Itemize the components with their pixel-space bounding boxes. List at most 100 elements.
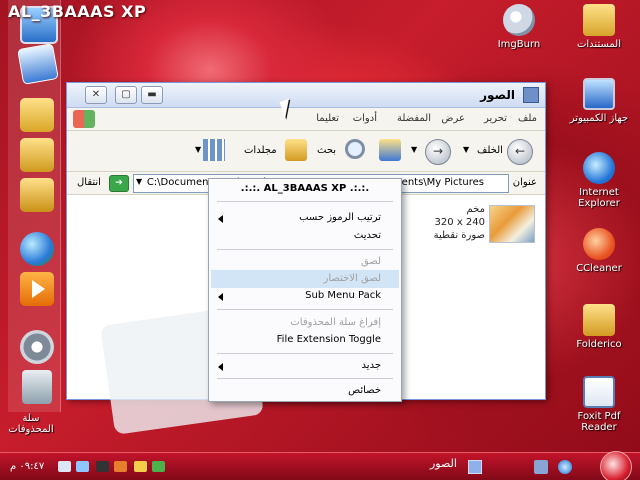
tray-security-icon[interactable]: [152, 461, 165, 472]
back-dropdown-icon[interactable]: ▼: [463, 145, 469, 154]
desktop-icon-ccleaner[interactable]: CCleaner: [564, 228, 634, 274]
quick-launch-sidebar: [8, 0, 61, 412]
menu-help[interactable]: تعليما: [316, 113, 339, 124]
menu-separator: [217, 201, 393, 202]
menu-view[interactable]: عرض: [441, 113, 465, 124]
show-desktop-icon[interactable]: [534, 460, 548, 474]
menu-item-label: خصائص: [348, 385, 381, 396]
folders-icon[interactable]: [285, 139, 307, 161]
folder-icon[interactable]: [20, 98, 54, 132]
menu-bar: ملف تحرير عرض المفضلة أدوات تعليما: [67, 108, 545, 131]
forward-dropdown-icon[interactable]: ▼: [411, 145, 417, 154]
folders-button[interactable]: مجلدات: [244, 145, 277, 156]
desktop-icon-label: المستندات: [576, 39, 621, 50]
start-button[interactable]: [600, 451, 632, 480]
go-arrow-icon[interactable]: ➔: [109, 175, 129, 192]
forward-button[interactable]: →: [425, 139, 451, 165]
menu-item-new[interactable]: جديد: [211, 357, 399, 375]
internet-explorer-icon[interactable]: [558, 460, 572, 474]
go-button[interactable]: انتقال: [77, 177, 101, 188]
ccleaner-icon: [583, 228, 615, 260]
desktop-icon-label: جهاز الكمبيوتر: [569, 113, 629, 124]
menu-item-refresh[interactable]: تحديث: [211, 227, 399, 245]
pictures-folder-icon: [468, 460, 482, 474]
menu-separator: [217, 353, 393, 354]
menu-file[interactable]: ملف: [518, 113, 537, 124]
menu-tools[interactable]: أدوات: [353, 113, 377, 124]
folder-icon: [583, 304, 615, 336]
search-icon[interactable]: [345, 139, 365, 159]
menu-item-paste-shortcut[interactable]: لصق الاختصار: [211, 270, 399, 288]
address-label: عنوان: [512, 177, 537, 188]
windows-logo-icon: [73, 110, 95, 128]
internet-explorer-icon[interactable]: [17, 43, 59, 85]
menu-separator: [217, 309, 393, 310]
menu-item-label: تحديث: [353, 230, 381, 241]
file-item[interactable]: مخم 320 x 240 صورة نقطية: [434, 203, 485, 242]
maximize-button[interactable]: ▢: [115, 86, 137, 104]
views-icon[interactable]: [203, 139, 225, 161]
desktop-icon-my-computer[interactable]: جهاز الكمبيوتر: [564, 78, 634, 124]
menu-item-empty-recycle-bin[interactable]: إفراغ سلة المحذوفات: [211, 314, 399, 332]
back-label: الخلف: [477, 145, 503, 156]
computer-icon: [583, 78, 615, 110]
menu-item-properties[interactable]: خصائص: [211, 382, 399, 400]
tray-display-icon[interactable]: [76, 461, 89, 472]
file-type: صورة نقطية: [433, 230, 485, 241]
toolbar: ← الخلف ▼ → ▼ بحث مجلدات ▼: [67, 131, 545, 172]
desktop-icon-internet-explorer[interactable]: Internet Explorer: [564, 152, 634, 209]
context-menu-title: .:.:. AL_3BAAAS XP .:.:.: [240, 183, 370, 194]
tray-app-icon[interactable]: [114, 461, 127, 472]
window-titlebar[interactable]: ✕ ▢ ▬ الصور: [67, 83, 545, 108]
menu-item-label: لصق الاختصار: [323, 273, 381, 284]
desktop-icon-imgburn[interactable]: ImgBurn: [484, 4, 554, 50]
menu-item-label: جديد: [361, 360, 381, 371]
menu-edit[interactable]: تحرير: [484, 113, 507, 124]
taskbar: ٠٩:٤٧ م الصور: [0, 451, 640, 480]
menu-item-sub-menu-pack[interactable]: Sub Menu Pack: [211, 287, 399, 305]
tray-tool-icon[interactable]: [96, 461, 109, 472]
minimize-button[interactable]: ▬: [141, 86, 163, 104]
recycle-bin-label: سلة المحذوفات: [8, 413, 54, 435]
globe-icon[interactable]: [20, 232, 54, 266]
clock[interactable]: ٠٩:٤٧ م: [10, 461, 44, 472]
desktop-icon-folderico[interactable]: Folderico: [564, 304, 634, 350]
back-button[interactable]: ←: [507, 139, 533, 165]
tray-volume-icon[interactable]: [134, 461, 147, 472]
settings-gear-icon[interactable]: [20, 330, 54, 364]
menu-item-arrange-icons[interactable]: ترتيب الرموز حسب: [211, 209, 399, 227]
close-button[interactable]: ✕: [85, 86, 107, 104]
address-dropdown-icon[interactable]: ▼: [136, 177, 142, 186]
menu-item-label: إفراغ سلة المحذوفات: [290, 317, 381, 328]
folder-icon[interactable]: [20, 178, 54, 212]
tray-network-icon[interactable]: [58, 461, 71, 472]
up-folder-icon[interactable]: [379, 139, 401, 161]
menu-item-label: File Extension Toggle: [276, 334, 381, 345]
menu-separator: [217, 249, 393, 250]
media-player-icon[interactable]: [20, 272, 54, 306]
menu-favorites[interactable]: المفضلة: [397, 113, 431, 124]
image-thumbnail[interactable]: [489, 205, 535, 243]
folder-icon[interactable]: [20, 138, 54, 172]
recycle-bin-icon[interactable]: [22, 370, 52, 404]
folder-icon: [583, 4, 615, 36]
menu-item-file-extension-toggle[interactable]: File Extension Toggle: [211, 331, 399, 349]
desktop-icon-label: Internet Explorer: [578, 187, 620, 209]
views-dropdown-icon[interactable]: ▼: [195, 145, 201, 154]
brand-logo-text: AL_3BAAAS XP: [8, 2, 147, 21]
menu-separator: [217, 378, 393, 379]
submenu-arrow-icon: [218, 215, 223, 223]
desktop-icon-label: CCleaner: [576, 263, 622, 274]
search-button[interactable]: بحث: [317, 145, 336, 156]
taskbar-button-pictures[interactable]: الصور: [430, 457, 482, 477]
pictures-folder-icon: [523, 87, 539, 103]
menu-item-paste[interactable]: لصق: [211, 253, 399, 271]
pdf-icon: [583, 376, 615, 408]
desktop-icon-foxit[interactable]: Foxit Pdf Reader: [564, 376, 634, 433]
disc-icon: [503, 4, 535, 36]
desktop-icon-documents[interactable]: المستندات: [564, 4, 634, 50]
window-title: الصور: [480, 88, 515, 102]
desktop: سلة المحذوفات AL_3BAAAS XP ImgBurn المست…: [0, 0, 640, 480]
menu-item-label: لصق: [360, 256, 381, 267]
file-dimensions: 320 x 240: [434, 217, 485, 228]
